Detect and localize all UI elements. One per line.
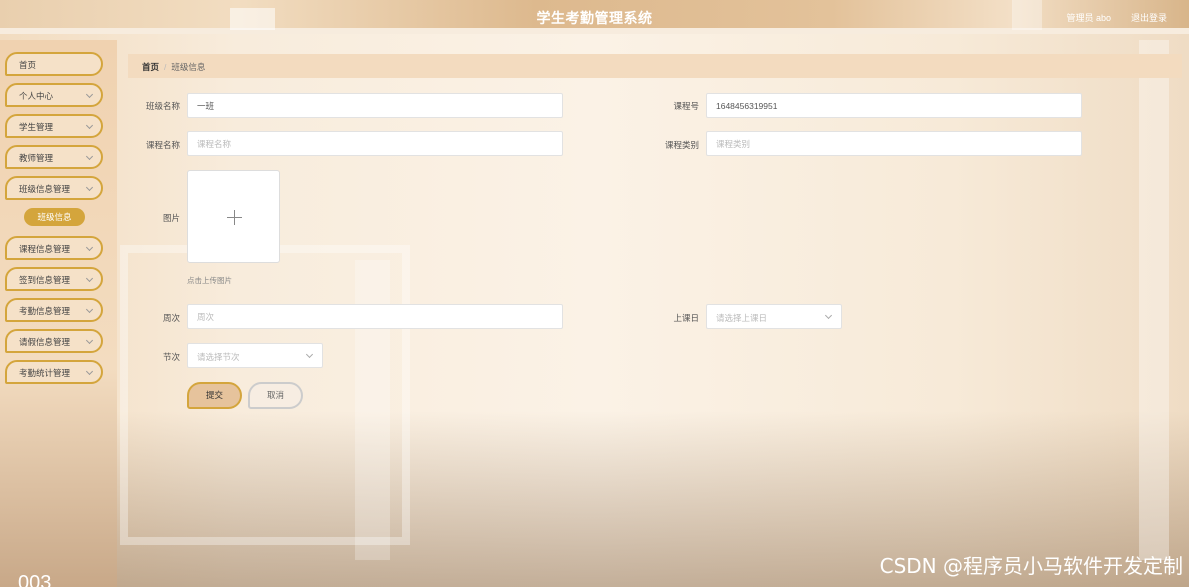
sidebar-item-student-management[interactable]: 学生管理 bbox=[5, 114, 103, 138]
sidebar-item-label: 班级信息管理 bbox=[19, 184, 71, 194]
background-decoration bbox=[1139, 40, 1169, 560]
course-type-label: 课程类别 bbox=[664, 140, 699, 150]
sidebar-item-teacher-management[interactable]: 教师管理 bbox=[5, 145, 103, 169]
sidebar-item-label: 课程信息管理 bbox=[19, 244, 71, 254]
breadcrumb: 首页 / 班级信息 bbox=[128, 54, 1182, 78]
breadcrumb-separator: / bbox=[164, 62, 167, 72]
watermark-text: CSDN @程序员小马软件开发定制 bbox=[879, 554, 1183, 578]
sidebar-item-home[interactable]: 首页 bbox=[5, 52, 103, 76]
course-no-label: 课程号 bbox=[673, 101, 699, 111]
sidebar-item-label: 首页 bbox=[19, 60, 37, 70]
chevron-down-icon bbox=[85, 121, 94, 130]
week-label: 周次 bbox=[162, 313, 180, 323]
sidebar-item-leave-info-management[interactable]: 请假信息管理 bbox=[5, 329, 103, 353]
sidebar-item-personal-center[interactable]: 个人中心 bbox=[5, 83, 103, 107]
sidebar-item-label: 考勤信息管理 bbox=[19, 306, 71, 316]
section-select[interactable]: 请选择节次 bbox=[187, 343, 323, 368]
chevron-down-icon bbox=[85, 367, 94, 376]
plus-icon bbox=[234, 210, 235, 225]
section-placeholder: 请选择节次 bbox=[197, 352, 240, 362]
upload-hint: 点击上传图片 bbox=[187, 276, 232, 285]
corner-text: 003 bbox=[18, 572, 52, 587]
sidebar-item-label: 学生管理 bbox=[19, 122, 54, 132]
image-upload-button[interactable] bbox=[187, 170, 280, 263]
chevron-down-icon bbox=[824, 311, 833, 320]
chevron-down-icon bbox=[85, 152, 94, 161]
sidebar-item-checkin-info-management[interactable]: 签到信息管理 bbox=[5, 267, 103, 291]
class-day-label: 上课日 bbox=[673, 313, 699, 323]
chevron-down-icon bbox=[85, 183, 94, 192]
logout-link[interactable]: 退出登录 bbox=[1131, 11, 1167, 24]
top-header: 学生考勤管理系统 管理员 abo 退出登录 bbox=[0, 0, 1189, 34]
course-type-input[interactable] bbox=[706, 131, 1082, 156]
sidebar-subitem-class-info[interactable]: 班级信息 bbox=[24, 208, 85, 226]
class-name-label: 班级名称 bbox=[145, 101, 180, 111]
sidebar: 首页 个人中心 学生管理 教师管理 班级信息管理 班级信息 课程信息管理 签到信… bbox=[0, 40, 117, 587]
sidebar-item-label: 个人中心 bbox=[19, 91, 54, 101]
class-day-select[interactable]: 请选择上课日 bbox=[706, 304, 842, 329]
sidebar-item-attendance-stats-management[interactable]: 考勤统计管理 bbox=[5, 360, 103, 384]
chevron-down-icon bbox=[305, 350, 314, 359]
submit-button[interactable]: 提交 bbox=[187, 382, 242, 409]
chevron-down-icon bbox=[85, 243, 94, 252]
chevron-down-icon bbox=[85, 274, 94, 283]
class-name-input[interactable] bbox=[187, 93, 563, 118]
sidebar-item-course-info-management[interactable]: 课程信息管理 bbox=[5, 236, 103, 260]
course-name-label: 课程名称 bbox=[145, 140, 180, 150]
breadcrumb-current: 班级信息 bbox=[171, 62, 206, 72]
cancel-button[interactable]: 取消 bbox=[248, 382, 303, 409]
sidebar-item-class-info-management[interactable]: 班级信息管理 bbox=[5, 176, 103, 200]
week-input[interactable] bbox=[187, 304, 563, 329]
section-label: 节次 bbox=[162, 352, 180, 362]
sidebar-item-label: 考勤统计管理 bbox=[19, 368, 71, 378]
app-title: 学生考勤管理系统 bbox=[536, 10, 653, 26]
sidebar-item-label: 请假信息管理 bbox=[19, 337, 71, 347]
current-user: 管理员 abo bbox=[1066, 13, 1111, 23]
class-day-placeholder: 请选择上课日 bbox=[716, 313, 768, 323]
chevron-down-icon bbox=[85, 336, 94, 345]
sidebar-item-label: 签到信息管理 bbox=[19, 275, 71, 285]
chevron-down-icon bbox=[85, 90, 94, 99]
sidebar-item-attendance-info-management[interactable]: 考勤信息管理 bbox=[5, 298, 103, 322]
course-name-input[interactable] bbox=[187, 131, 563, 156]
course-no-input[interactable] bbox=[706, 93, 1082, 118]
image-label: 图片 bbox=[162, 213, 180, 223]
breadcrumb-home-link[interactable]: 首页 bbox=[142, 62, 159, 72]
chevron-down-icon bbox=[85, 305, 94, 314]
sidebar-item-label: 教师管理 bbox=[19, 153, 54, 163]
